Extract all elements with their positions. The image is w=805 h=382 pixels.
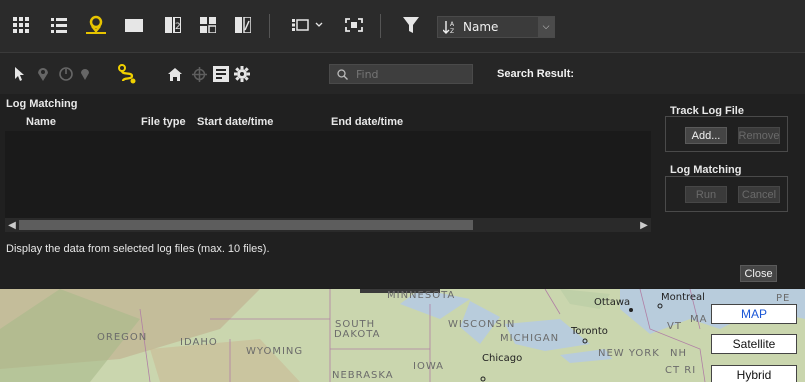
column-file-type[interactable]: File type	[141, 116, 186, 128]
log-file-list[interactable]	[5, 131, 651, 218]
search-icon	[337, 68, 348, 80]
direction-icon	[58, 63, 74, 85]
home-icon[interactable]	[166, 63, 184, 85]
compare-view-icon[interactable]: 2	[164, 14, 182, 36]
svg-text:Z: Z	[450, 28, 454, 34]
filter-icon[interactable]	[401, 14, 421, 36]
layout-icon[interactable]	[291, 14, 327, 36]
svg-text:A: A	[450, 21, 455, 28]
list-view-icon[interactable]	[50, 14, 68, 36]
map-label: IDAHO	[180, 337, 218, 348]
scroll-left-icon[interactable]: ◀	[5, 218, 19, 232]
remove-button[interactable]: Remove	[738, 127, 780, 144]
column-start-date[interactable]: Start date/time	[197, 116, 273, 128]
map-label: MINNESOTA	[387, 290, 456, 301]
scrollbar-thumb[interactable]	[19, 220, 473, 230]
add-button[interactable]: Add...	[685, 127, 727, 144]
map-label: OREGON	[97, 332, 148, 343]
chevron-down-icon: ⌵	[538, 17, 554, 37]
close-button[interactable]: Close	[740, 265, 777, 282]
log-list-icon[interactable]	[212, 63, 230, 85]
info-text: Display the data from selected log files…	[6, 243, 270, 255]
log-matching-actions-title: Log Matching	[670, 164, 742, 176]
map-label: PE	[776, 293, 791, 304]
settings-gear-icon[interactable]	[233, 63, 251, 85]
map-label: NEW YORK	[598, 348, 660, 359]
map-type-satellite-button[interactable]: Satellite	[711, 334, 797, 354]
search-result-label: Search Result:	[497, 68, 575, 80]
sort-order-icon: AZ	[443, 20, 457, 34]
toolbar-divider	[380, 14, 381, 38]
map-label: Chicago	[482, 353, 523, 364]
map-label: MA	[690, 314, 708, 325]
edit-view-icon[interactable]	[234, 14, 252, 36]
map-label: WISCONSIN	[448, 319, 516, 330]
toolbar-divider	[269, 14, 270, 38]
map-type-hybrid-button[interactable]: Hybrid	[711, 365, 797, 382]
find-input[interactable]	[354, 66, 468, 82]
pin-small-icon	[80, 63, 90, 85]
scroll-right-icon[interactable]: ▶	[637, 218, 651, 232]
column-name[interactable]: Name	[26, 116, 56, 128]
map-label: IOWA	[413, 361, 445, 372]
log-matching-title: Log Matching	[6, 98, 78, 110]
single-view-icon[interactable]	[125, 14, 143, 36]
map-label: WYOMING	[246, 346, 304, 357]
column-end-date[interactable]: End date/time	[331, 116, 403, 128]
track-log-icon[interactable]	[116, 63, 138, 85]
grid-view-icon[interactable]	[12, 14, 30, 36]
map-label: NH	[670, 348, 687, 359]
map-view-icon[interactable]	[85, 14, 107, 36]
map-label: MICHIGAN	[500, 333, 560, 344]
pointer-icon[interactable]	[12, 63, 26, 85]
map-label: Montreal	[661, 292, 705, 303]
map-label: Ottawa	[594, 297, 631, 308]
crosshair-icon	[190, 63, 208, 85]
sort-select[interactable]: AZ Name ⌵	[437, 16, 555, 38]
run-button[interactable]: Run	[685, 186, 727, 203]
cancel-button[interactable]: Cancel	[738, 186, 780, 203]
svg-text:2: 2	[175, 22, 181, 32]
horizontal-scrollbar[interactable]: ◀ ▶	[5, 218, 651, 232]
map-label: Toronto	[571, 326, 608, 337]
sort-select-value: Name	[463, 20, 499, 34]
main-toolbar: 2 AZ Name ⌵	[0, 0, 805, 52]
filmstrip-view-icon[interactable]	[199, 14, 217, 36]
pin-icon	[36, 63, 50, 85]
map-label: NEBRASKA	[332, 370, 394, 381]
map-label: VT	[667, 321, 682, 332]
map-label: CT RI	[665, 365, 697, 376]
fullscreen-icon[interactable]	[343, 14, 365, 36]
map-toolbar: Search Result:	[0, 52, 805, 150]
map-view[interactable]: MINNESOTA Ottawa Montreal SOUTH DAKOTA W…	[0, 289, 805, 382]
map-label: DAKOTA	[334, 329, 381, 340]
find-field[interactable]	[329, 64, 473, 84]
map-type-map-button[interactable]: MAP	[711, 304, 797, 324]
